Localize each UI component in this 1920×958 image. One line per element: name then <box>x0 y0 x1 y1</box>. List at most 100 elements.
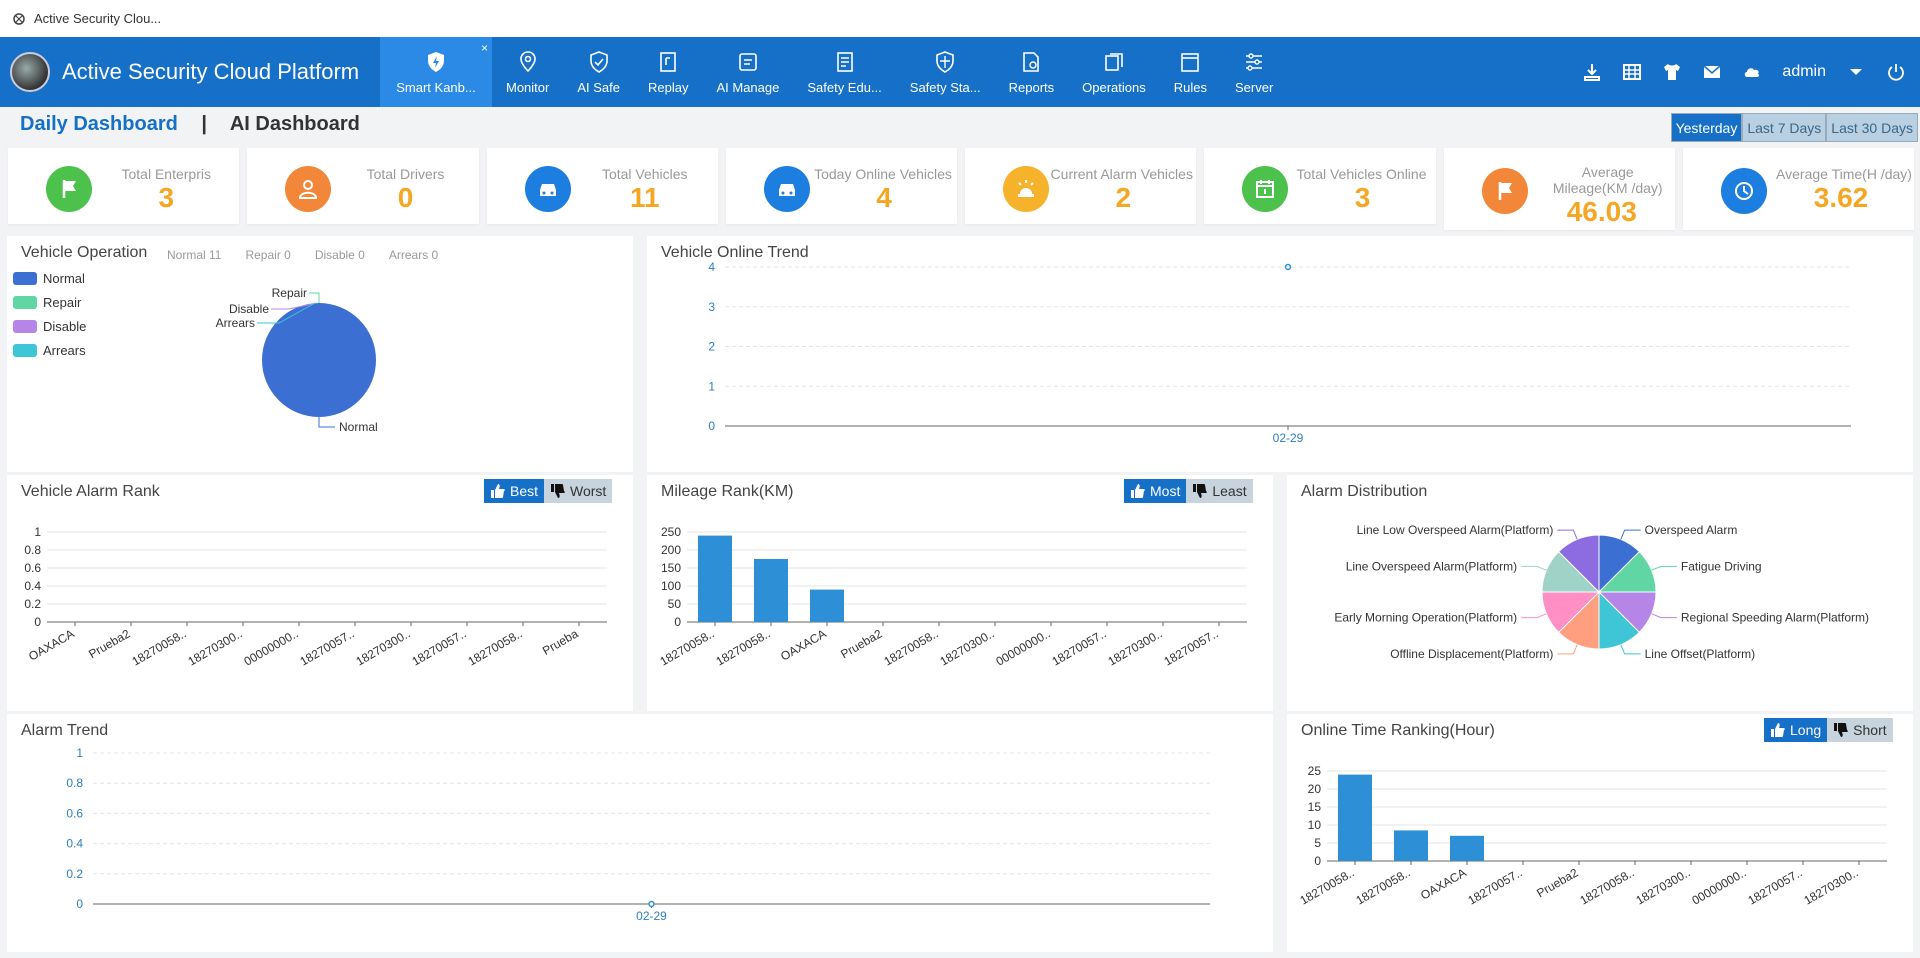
grid-icon[interactable] <box>1622 62 1642 82</box>
download-icon[interactable] <box>1582 62 1602 82</box>
shirt-icon[interactable] <box>1662 62 1682 82</box>
nav-item-replay[interactable]: Replay <box>634 37 702 107</box>
car-icon <box>763 166 810 212</box>
window-title: Active Security Clou... <box>34 11 162 26</box>
bar <box>810 589 844 622</box>
pie-label: Regional Speeding Alarm(Platform) <box>1681 611 1869 625</box>
y-tick-label: 5 <box>1314 836 1321 850</box>
alarm-trend-panel: Alarm Trend 0 0.2 0.4 0.6 0.8 1 02-29 <box>7 714 1273 952</box>
tab-separator: | <box>201 113 207 135</box>
stat-label: Total Drivers <box>366 166 445 182</box>
stat-card-today-online: Today Online Vehicles 4 <box>725 148 957 224</box>
y-tick-label: 200 <box>661 543 681 557</box>
pie-label: Line Offset(Platform) <box>1645 647 1755 661</box>
report-icon <box>1023 51 1040 72</box>
nav-label: Safety Sta... <box>909 79 981 95</box>
nav-label: Server <box>1234 79 1274 95</box>
pie-leader <box>1651 565 1677 571</box>
brand-name: Active Security Cloud Platform <box>62 59 360 84</box>
close-tab-icon[interactable]: × <box>481 41 488 55</box>
tab-daily-dashboard[interactable]: Daily Dashboard <box>20 113 178 135</box>
mail-icon[interactable] <box>1702 62 1722 82</box>
pie-leader <box>1620 529 1641 540</box>
x-tick-label: 02-29 <box>636 909 667 923</box>
nav-label: AI Manage <box>716 79 780 95</box>
shield-bolt-icon <box>428 51 444 72</box>
y-tick-label: 250 <box>661 525 681 539</box>
x-tick-label: 18270058.. <box>465 626 524 668</box>
online-trend-panel: Vehicle Online Trend 0 1 2 3 4 02-29 <box>647 236 1913 472</box>
range-7-days-button[interactable]: Last 7 Days <box>1742 113 1827 142</box>
x-tick-label: 18270058.. <box>129 626 188 668</box>
nav-item-server[interactable]: Server <box>1221 37 1287 107</box>
range-yesterday-button[interactable]: Yesterday <box>1670 113 1743 142</box>
user-name[interactable]: admin <box>1782 63 1826 81</box>
tab-ai-dashboard[interactable]: AI Dashboard <box>230 113 360 135</box>
bar <box>1338 774 1372 861</box>
y-tick-label: 0.8 <box>66 776 83 790</box>
nav-item-ai-manage[interactable]: AI Manage <box>702 37 793 107</box>
nav-item-smart-kanban[interactable]: × Smart Kanb... <box>380 37 492 107</box>
nav-item-safety-sta[interactable]: Safety Sta... <box>896 37 995 107</box>
x-tick-label: Prueba2 <box>1534 865 1581 900</box>
chevron-down-icon[interactable] <box>1846 62 1866 82</box>
x-tick-label: Prueba <box>540 626 581 658</box>
alarm-trend-chart: 0 0.2 0.4 0.6 0.8 1 02-29 <box>66 746 1210 923</box>
pie-label: Normal <box>339 420 378 434</box>
x-tick-label: 18270300.. <box>1633 865 1692 907</box>
pie-label: Line Overspeed Alarm(Platform) <box>1346 559 1517 573</box>
x-tick-label: 18270058.. <box>881 626 940 668</box>
stat-label: Today Online Vehicles <box>814 166 952 182</box>
bar <box>1394 830 1428 861</box>
x-tick-label: 18270057.. <box>1161 626 1220 668</box>
y-tick-label: 2 <box>708 340 715 354</box>
nav-item-operations[interactable]: Operations <box>1068 37 1160 107</box>
stat-value: 3 <box>1354 182 1371 213</box>
server-icon <box>1246 52 1263 71</box>
y-tick-label: 1 <box>34 525 41 539</box>
bar <box>754 559 788 622</box>
manage-icon <box>739 52 757 71</box>
nav-item-safety-edu[interactable]: Safety Edu... <box>793 37 895 107</box>
pie-leader <box>309 292 320 303</box>
nav-items: × Smart Kanb... Monitor AI Safe Replay A… <box>380 37 1287 107</box>
pie-label: Offline Displacement(Platform) <box>1390 647 1553 661</box>
y-tick-label: 0.4 <box>66 837 83 851</box>
stat-card-vehicles: Total Vehicles 11 <box>486 148 718 224</box>
dashboard-header: Daily Dashboard | AI Dashboard Yesterday… <box>0 107 1920 147</box>
y-tick-label: 0 <box>34 615 41 629</box>
stat-label: Total Enterpris <box>121 166 211 182</box>
stat-card-alarm-vehicles: Current Alarm Vehicles 2 <box>965 148 1197 224</box>
cloud-icon[interactable] <box>1742 62 1762 82</box>
x-tick-label: 18270057.. <box>1745 865 1804 907</box>
x-tick-label: 18270058.. <box>1353 865 1412 907</box>
x-tick-label: 18270058.. <box>657 626 716 668</box>
vehicle-operation-chart: Normal RepairDisableArrears <box>216 286 378 434</box>
x-tick-label: 18270300.. <box>353 626 412 668</box>
nav-item-ai-safe[interactable]: AI Safe <box>563 37 634 107</box>
location-pin-icon <box>519 50 536 72</box>
stat-label: Average Time(H /day) <box>1776 166 1912 182</box>
stat-value: 3 <box>158 182 175 213</box>
nav-label: Operations <box>1082 79 1146 95</box>
y-tick-label: 0.2 <box>66 867 83 881</box>
pie-leader <box>1620 644 1641 655</box>
x-tick-label: 18270058.. <box>1297 865 1356 907</box>
stat-card-vehicles-online: Total Vehicles Online 3 <box>1204 148 1436 224</box>
nav-item-reports[interactable]: Reports <box>995 37 1069 107</box>
pie-leader <box>318 417 335 428</box>
x-tick-label: 18270057.. <box>1049 626 1108 668</box>
x-tick-label: 18270058.. <box>1577 865 1636 907</box>
nav-label: Safety Edu... <box>807 79 882 95</box>
y-tick-label: 0.4 <box>24 579 41 593</box>
vehicle-operation-panel: Vehicle Operation Normal 11 Repair 0 Dis… <box>7 236 633 472</box>
power-icon[interactable] <box>1886 62 1906 82</box>
nav-item-monitor[interactable]: Monitor <box>492 37 563 107</box>
x-tick-label: 00000000.. <box>993 626 1052 668</box>
stat-label: Average Mileage(KM /day) <box>1552 164 1663 196</box>
nav-item-rules[interactable]: Rules <box>1160 37 1221 107</box>
range-30-days-button[interactable]: Last 30 Days <box>1826 113 1918 142</box>
pie-label: Arrears <box>216 316 255 330</box>
nav-label: Rules <box>1173 79 1207 95</box>
y-tick-label: 15 <box>1308 800 1322 814</box>
